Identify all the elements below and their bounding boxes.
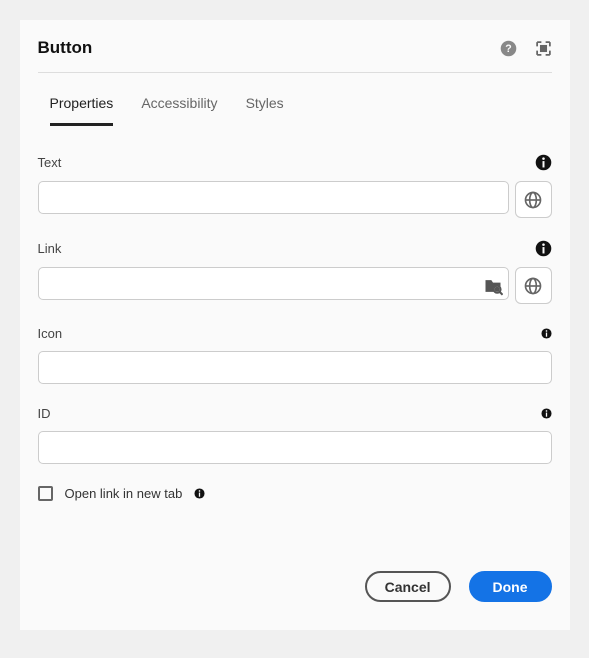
text-input[interactable] — [38, 181, 509, 214]
browse-icon[interactable] — [483, 276, 503, 296]
info-icon[interactable] — [535, 240, 552, 257]
done-button[interactable]: Done — [469, 571, 552, 602]
info-icon[interactable] — [541, 408, 552, 419]
open-new-tab-label: Open link in new tab — [65, 486, 183, 501]
tabs: Properties Accessibility Styles — [38, 73, 552, 126]
label-id: ID — [38, 406, 51, 421]
info-icon[interactable] — [541, 328, 552, 339]
tab-styles[interactable]: Styles — [246, 95, 284, 126]
label-link: Link — [38, 241, 62, 256]
info-icon[interactable] — [194, 488, 205, 499]
header-actions: ? — [500, 40, 552, 57]
data-source-button[interactable] — [515, 267, 552, 304]
info-icon[interactable] — [535, 154, 552, 171]
help-icon[interactable]: ? — [500, 40, 517, 57]
label-text: Text — [38, 155, 62, 170]
svg-text:?: ? — [505, 43, 511, 55]
open-new-tab-checkbox[interactable] — [38, 486, 53, 501]
link-input[interactable] — [38, 267, 509, 300]
icon-input[interactable] — [38, 351, 552, 384]
cancel-button[interactable]: Cancel — [365, 571, 451, 602]
tab-accessibility[interactable]: Accessibility — [141, 95, 217, 126]
dialog-header: Button ? — [38, 20, 552, 73]
id-input[interactable] — [38, 431, 552, 464]
dialog: Button ? Properties Accessibility Styles… — [20, 20, 570, 630]
form-body: Text Link — [38, 126, 552, 501]
field-open-new-tab: Open link in new tab — [38, 486, 552, 501]
dialog-footer: Cancel Done — [38, 571, 552, 610]
data-source-button[interactable] — [515, 181, 552, 218]
tab-properties[interactable]: Properties — [50, 95, 114, 126]
field-icon: Icon — [38, 326, 552, 384]
field-link: Link — [38, 240, 552, 304]
field-id: ID — [38, 406, 552, 464]
dialog-title: Button — [38, 38, 93, 58]
fullscreen-icon[interactable] — [535, 40, 552, 57]
field-text: Text — [38, 154, 552, 218]
label-icon: Icon — [38, 326, 63, 341]
